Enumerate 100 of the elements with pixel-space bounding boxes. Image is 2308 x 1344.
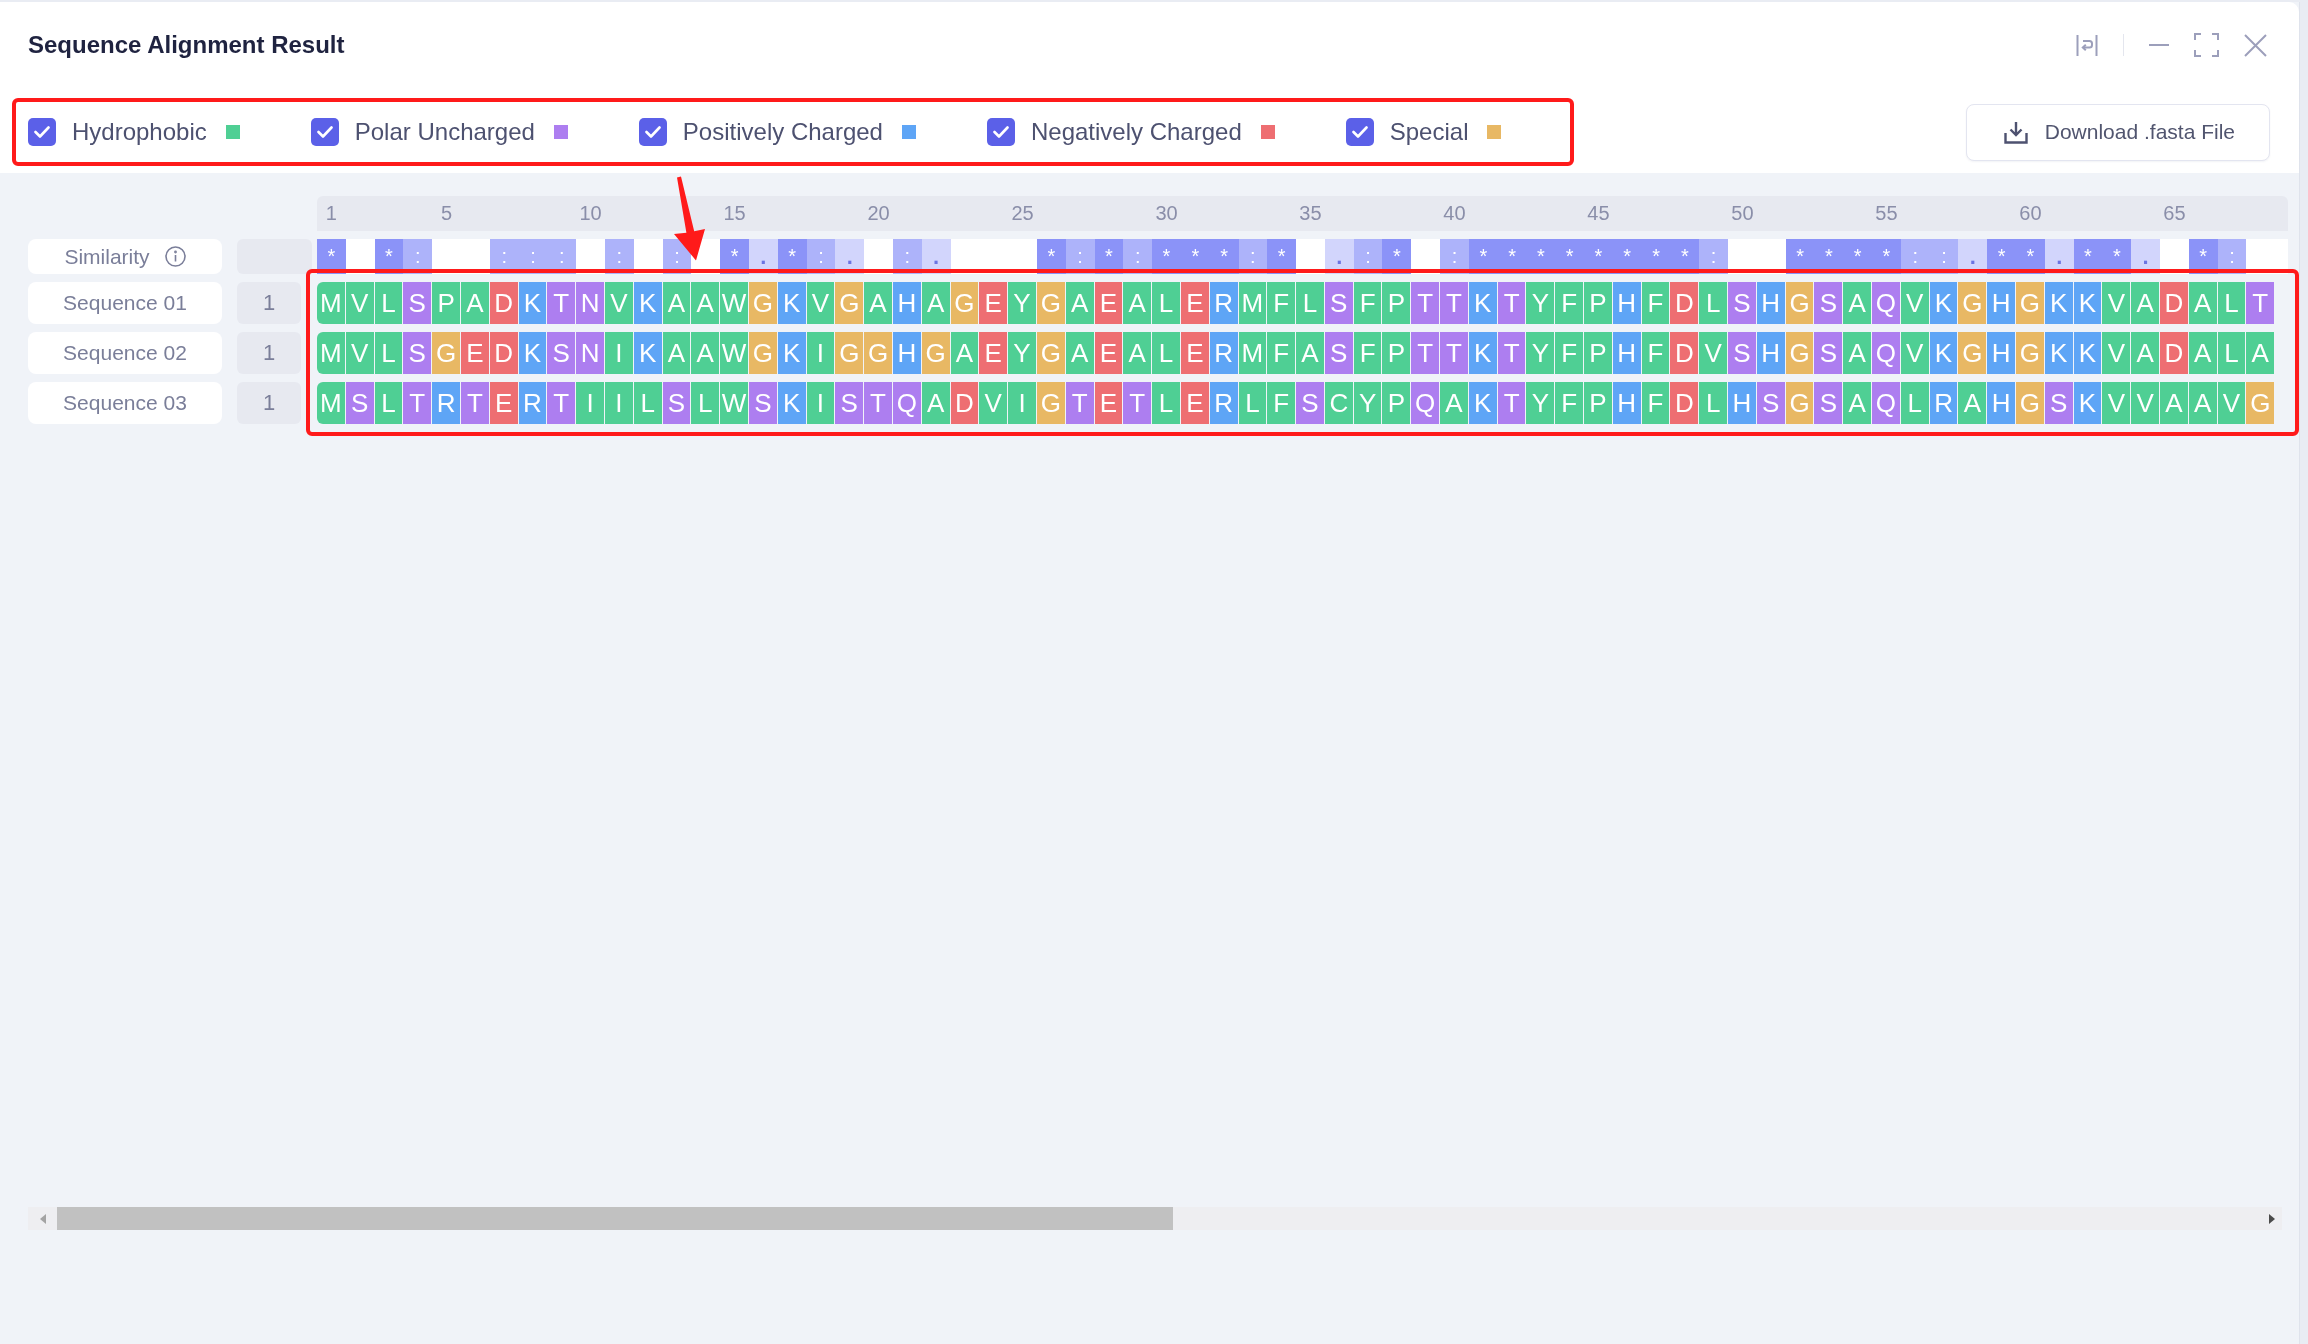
residue-cell: D — [1670, 282, 1699, 324]
legend-label[interactable]: Polar Uncharged — [354, 118, 535, 146]
residue-cell: Y — [1353, 382, 1382, 424]
residue-cell: T — [547, 282, 576, 324]
residue-cell: Q — [1872, 382, 1900, 424]
checkbox[interactable] — [310, 118, 339, 146]
residue-cell: A — [1296, 332, 1324, 374]
residue-cell: V — [604, 282, 633, 324]
residue-cell: H — [1728, 382, 1756, 424]
residue-cell: K — [633, 332, 662, 374]
residue-cell: R — [432, 382, 460, 424]
residue-cell: L — [374, 382, 403, 424]
residue-cell: T — [864, 382, 892, 424]
residue-cell: L — [374, 332, 403, 374]
residue-cell: A — [2131, 332, 2159, 374]
residue-cell: G — [1036, 382, 1065, 424]
residue-cell: E — [1094, 382, 1123, 424]
residue-cell: F — [1641, 382, 1670, 424]
return-arrow-icon[interactable] — [2076, 33, 2098, 57]
residue-cell: L — [1238, 382, 1267, 424]
residue-cell: K — [1468, 332, 1497, 374]
info-icon[interactable] — [164, 246, 186, 267]
residue-cell: G — [1785, 282, 1814, 324]
residue-cell: V — [1900, 332, 1929, 374]
residue-cell: W — [720, 332, 748, 374]
residue-cell: F — [1353, 332, 1382, 374]
residue-cell: W — [720, 282, 748, 324]
checkbox[interactable] — [28, 118, 56, 146]
residue-cell: L — [1900, 382, 1929, 424]
position-number: 20 — [867, 202, 890, 225]
residue-cell: A — [1843, 282, 1872, 324]
sequence-name: Sequence 02 — [28, 332, 222, 374]
close-icon[interactable] — [2244, 33, 2267, 57]
residue-cell: L — [691, 382, 720, 424]
horizontal-scrollbar[interactable] — [28, 1207, 2282, 1230]
residue-cell: V — [345, 282, 374, 324]
residue-cell: A — [1958, 382, 1987, 424]
residue-cell: F — [1267, 282, 1296, 324]
residue-cell: G — [2016, 332, 2044, 374]
residue-cell: S — [403, 332, 432, 374]
residue-cell: E — [979, 332, 1008, 374]
residue-cell: H — [1612, 282, 1641, 324]
residue-cell: S — [345, 382, 374, 424]
residue-cell: E — [461, 332, 489, 374]
residue-cell: K — [2073, 332, 2102, 374]
residue-cell: S — [1814, 382, 1843, 424]
residue-cell: T — [1123, 382, 1152, 424]
residue-cell: V — [2102, 332, 2131, 374]
residue-cell: T — [1497, 382, 1526, 424]
legend-label[interactable]: Positively Charged — [682, 118, 883, 146]
residue-cell: T — [1497, 332, 1526, 374]
check-icon — [992, 126, 1009, 138]
residue-cell: H — [1756, 282, 1785, 324]
download-button[interactable]: Download .fasta File — [1965, 103, 2270, 161]
residue-cell: L — [1152, 282, 1180, 324]
residue-cell: P — [1382, 332, 1411, 374]
checkbox[interactable] — [986, 118, 1015, 146]
residue-cell: V — [1699, 332, 1728, 374]
position-number: 1 — [325, 202, 337, 225]
right-arrow-icon[interactable] — [2269, 1213, 2275, 1224]
residue-cell: G — [950, 282, 979, 324]
residue-cell: G — [748, 282, 777, 324]
residue-cell: F — [1267, 382, 1296, 424]
maximize-icon[interactable] — [2194, 33, 2219, 57]
residue-cell: V — [2102, 382, 2131, 424]
residue-cell: S — [1814, 282, 1843, 324]
start-position: 1 — [237, 382, 301, 424]
checkbox[interactable] — [638, 118, 667, 146]
residue-cell: V — [2131, 382, 2159, 424]
residue-cell: A — [691, 332, 720, 374]
residue-cell: V — [1900, 282, 1929, 324]
residue-cell: S — [835, 382, 864, 424]
minimize-icon[interactable] — [2149, 43, 2169, 47]
residue-cell: P — [1584, 382, 1612, 424]
residue-cell: H — [1987, 332, 2015, 374]
residue-cell: K — [2044, 282, 2073, 324]
legend-label[interactable]: Negatively Charged — [1030, 118, 1242, 146]
position-number: 55 — [1875, 202, 1898, 225]
scrollbar-thumb[interactable] — [57, 1207, 1173, 1230]
residue-cell: A — [1123, 332, 1152, 374]
residue-cell: G — [1958, 282, 1987, 324]
residue-cell: E — [1094, 282, 1123, 324]
legend-label[interactable]: Special — [1389, 118, 1469, 146]
legend-label[interactable]: Hydrophobic — [72, 118, 207, 146]
residue-cell: H — [1987, 282, 2015, 324]
residue-cell: V — [2217, 382, 2246, 424]
residue-cell: A — [921, 282, 950, 324]
residue-cell: N — [576, 282, 604, 324]
residue-cell: E — [489, 382, 518, 424]
left-arrow-icon[interactable] — [39, 1213, 46, 1224]
residue-cell: D — [2160, 282, 2188, 324]
checkbox[interactable] — [1345, 118, 1374, 146]
sequence-name: Sequence 01 — [28, 282, 222, 324]
residue-cell: F — [1641, 282, 1670, 324]
residue-cell: D — [1670, 332, 1699, 374]
residue-cell: D — [489, 332, 518, 374]
residue-cell: S — [1324, 332, 1353, 374]
residue-cell: L — [2217, 332, 2246, 374]
residue-cell: T — [1411, 282, 1440, 324]
residue-cell: G — [2016, 282, 2044, 324]
